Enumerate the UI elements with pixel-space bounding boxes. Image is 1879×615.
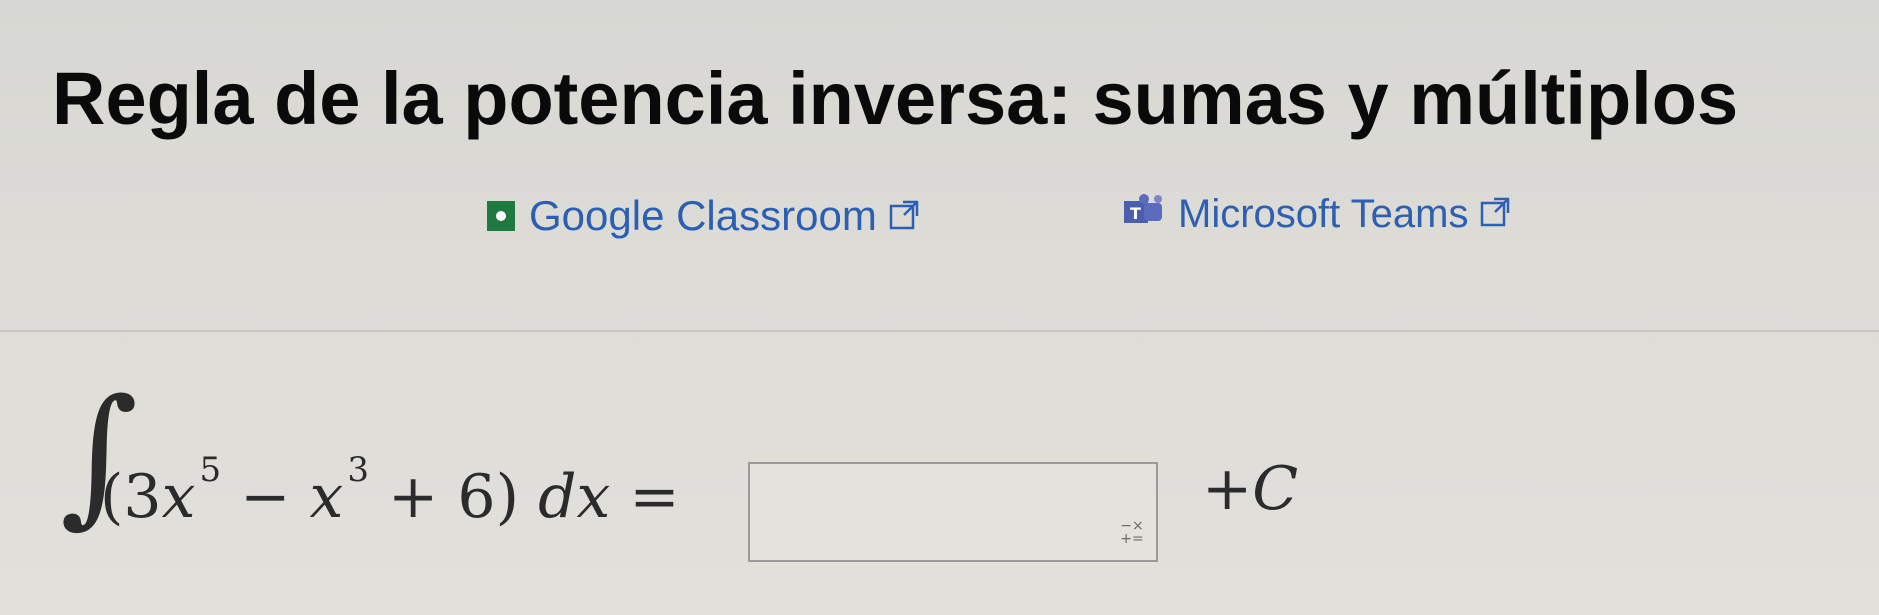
microsoft-teams-icon: T [1122, 192, 1166, 237]
integrand-expression: (3x 5 − x3 + 6) dx = [100, 450, 680, 532]
exponent-2: 3 [347, 450, 369, 490]
microsoft-teams-link[interactable]: T Microsoft Teams [1122, 192, 1510, 237]
exponent-1: 5 [199, 450, 222, 490]
page-title: Regla de la potencia inversa: sumas y mú… [52, 57, 1739, 140]
constant-of-integration: +C [1202, 454, 1299, 524]
integrand-var-2: x [309, 462, 344, 532]
answer-input[interactable]: −× += [748, 462, 1158, 562]
integrand-var-1: x [161, 462, 196, 532]
share-links: Google Classroom T Microsoft Teams [0, 192, 1879, 252]
google-classroom-icon [487, 201, 515, 231]
external-link-icon [889, 192, 919, 240]
minus-sign: − [221, 462, 310, 532]
differential: dx [538, 462, 611, 532]
microsoft-teams-label: Microsoft Teams [1178, 192, 1469, 236]
integrand-open: (3 [100, 462, 162, 532]
equals-sign: = [610, 462, 680, 532]
google-classroom-label: Google Classroom [529, 192, 877, 239]
section-divider [0, 330, 1879, 332]
integrand-rest: + 6) [368, 462, 539, 532]
math-keypad-icon[interactable]: −× += [1120, 519, 1144, 548]
svg-text:T: T [1130, 204, 1141, 223]
google-classroom-link[interactable]: Google Classroom [487, 192, 919, 240]
integral-problem: ∫ (3x 5 − x3 + 6) dx = −× += +C [60, 380, 1560, 580]
external-link-icon [1480, 192, 1510, 237]
